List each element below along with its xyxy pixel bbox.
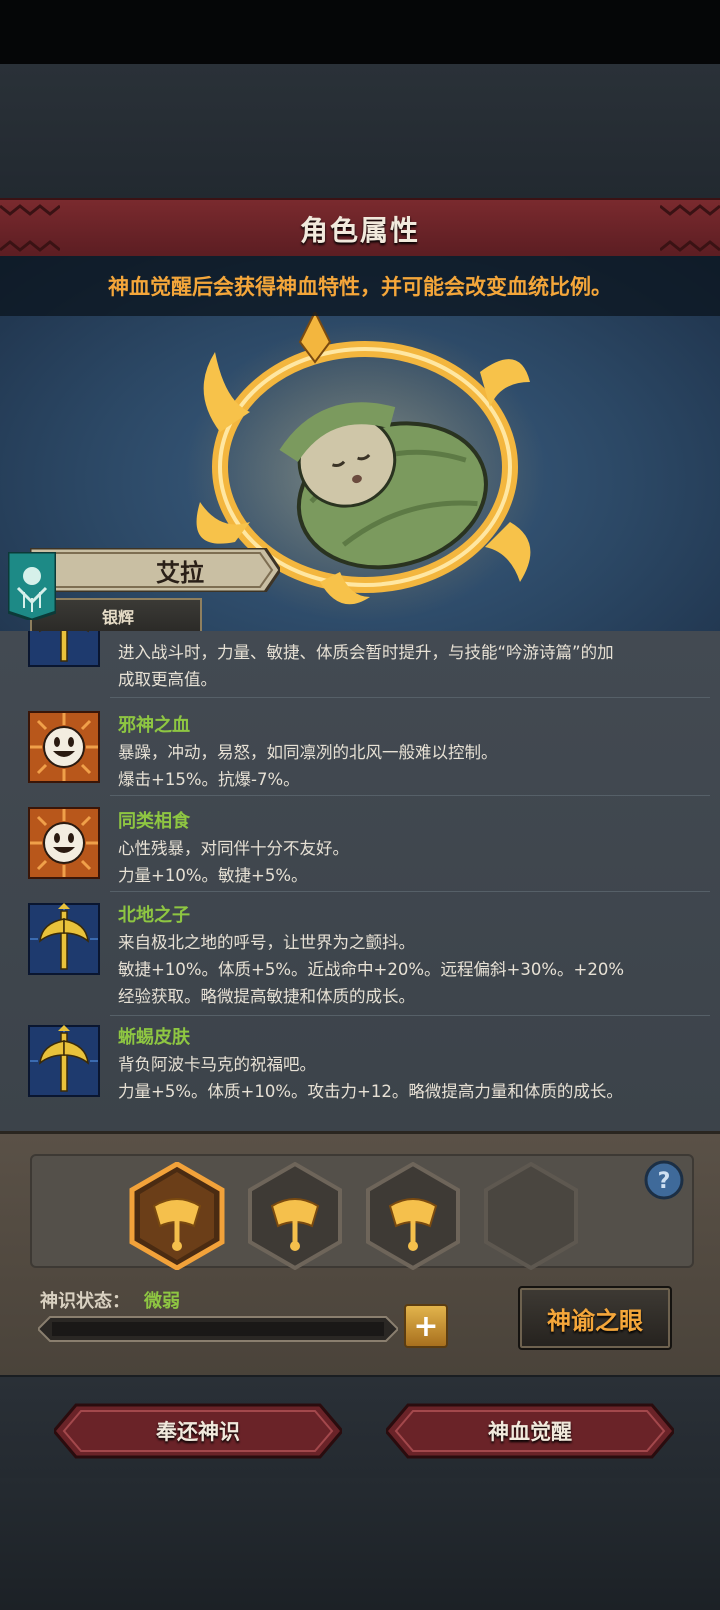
divine-blood-awaken-label: 神血觉醒 bbox=[488, 1420, 572, 1444]
top-background bbox=[0, 64, 720, 199]
character-name-banner: 艾拉 bbox=[30, 548, 280, 592]
divine-sense-panel: ? 神识状态： 微弱 + 神谕之眼 bbox=[0, 1131, 720, 1378]
axe-icon bbox=[28, 631, 100, 667]
axe-icon bbox=[28, 903, 100, 975]
trait-effect: 力量+5%。体质+10%。攻击力+12。略微提高力量和体质的成长。 bbox=[118, 1082, 623, 1101]
trait-effect: 敏捷+10%。体质+5%。近战命中+20%。远程偏斜+30%。+20% bbox=[118, 960, 624, 979]
smiley-icon bbox=[28, 711, 100, 783]
axe-icon bbox=[28, 1025, 100, 1097]
trait-description: 进入战斗时，力量、敏捷、体质会暂时提升，与技能“吟游诗篇”的加 bbox=[118, 643, 614, 662]
character-name: 艾拉 bbox=[156, 558, 204, 587]
trait-list[interactable]: 进入战斗时，力量、敏捷、体质会暂时提升，与技能“吟游诗篇”的加 成取更高值。 邪… bbox=[0, 631, 720, 1131]
page-title: 角色属性 bbox=[299, 214, 420, 247]
empty-slot[interactable] bbox=[482, 1162, 580, 1270]
awakening-notice: 神血觉醒后会获得神血特性，并可能会改变血统比例。 bbox=[0, 256, 720, 316]
status-label: 神识状态： bbox=[40, 1291, 130, 1312]
trait-description: 心性残暴，对同伴十分不友好。 bbox=[118, 839, 349, 858]
divider bbox=[110, 697, 710, 698]
trait-name: 蜥蜴皮肤 bbox=[118, 1027, 190, 1048]
trait-name: 同类相食 bbox=[118, 811, 190, 832]
divider bbox=[110, 891, 710, 892]
divider bbox=[110, 1015, 710, 1016]
status-bar bbox=[0, 0, 720, 64]
return-divine-sense-label: 奉还神识 bbox=[156, 1420, 240, 1444]
divine-blood-awaken-button[interactable]: 神血觉醒 bbox=[386, 1403, 674, 1459]
trait-description: 暴躁，冲动，易怒，如同凛冽的北风一般难以控制。 bbox=[118, 743, 498, 762]
title-bar: 角色属性 bbox=[0, 198, 720, 260]
zigzag-ornament-right bbox=[660, 204, 720, 252]
zigzag-ornament-left bbox=[0, 204, 60, 252]
clan-banner-icon bbox=[8, 552, 56, 620]
trait-effect: 成取更高值。 bbox=[118, 670, 217, 689]
footer-actions: 奉还神识 神血觉醒 bbox=[0, 1375, 720, 1480]
divider bbox=[110, 795, 710, 796]
oracle-eye-button[interactable]: 神谕之眼 bbox=[518, 1286, 672, 1350]
trait-description: 背负阿波卡马克的祝福吧。 bbox=[118, 1055, 316, 1074]
help-icon[interactable]: ? bbox=[644, 1160, 684, 1200]
trait-effect: 力量+10%。敏捷+5%。 bbox=[118, 866, 308, 885]
add-button[interactable]: + bbox=[404, 1304, 448, 1348]
character-title: 银辉 bbox=[102, 608, 135, 627]
trait-effect: 爆击+15%。抗爆-7%。 bbox=[118, 770, 300, 789]
trait-name: 邪神之血 bbox=[118, 715, 190, 736]
crown-icon[interactable] bbox=[246, 1162, 344, 1270]
divine-sense-progress-bar bbox=[38, 1316, 398, 1342]
trait-effect: 经验获取。略微提高敏捷和体质的成长。 bbox=[118, 987, 415, 1006]
status-value: 微弱 bbox=[144, 1291, 180, 1312]
crown-icon[interactable] bbox=[364, 1162, 462, 1270]
return-divine-sense-button[interactable]: 奉还神识 bbox=[54, 1403, 342, 1459]
svg-text:?: ? bbox=[658, 1169, 671, 1194]
smiley-icon bbox=[28, 807, 100, 879]
crown-icon[interactable] bbox=[128, 1162, 226, 1270]
bottom-background bbox=[0, 1478, 720, 1610]
trait-name: 北地之子 bbox=[118, 905, 190, 926]
trait-description: 来自极北之地的呼号，让世界为之颤抖。 bbox=[118, 933, 415, 952]
